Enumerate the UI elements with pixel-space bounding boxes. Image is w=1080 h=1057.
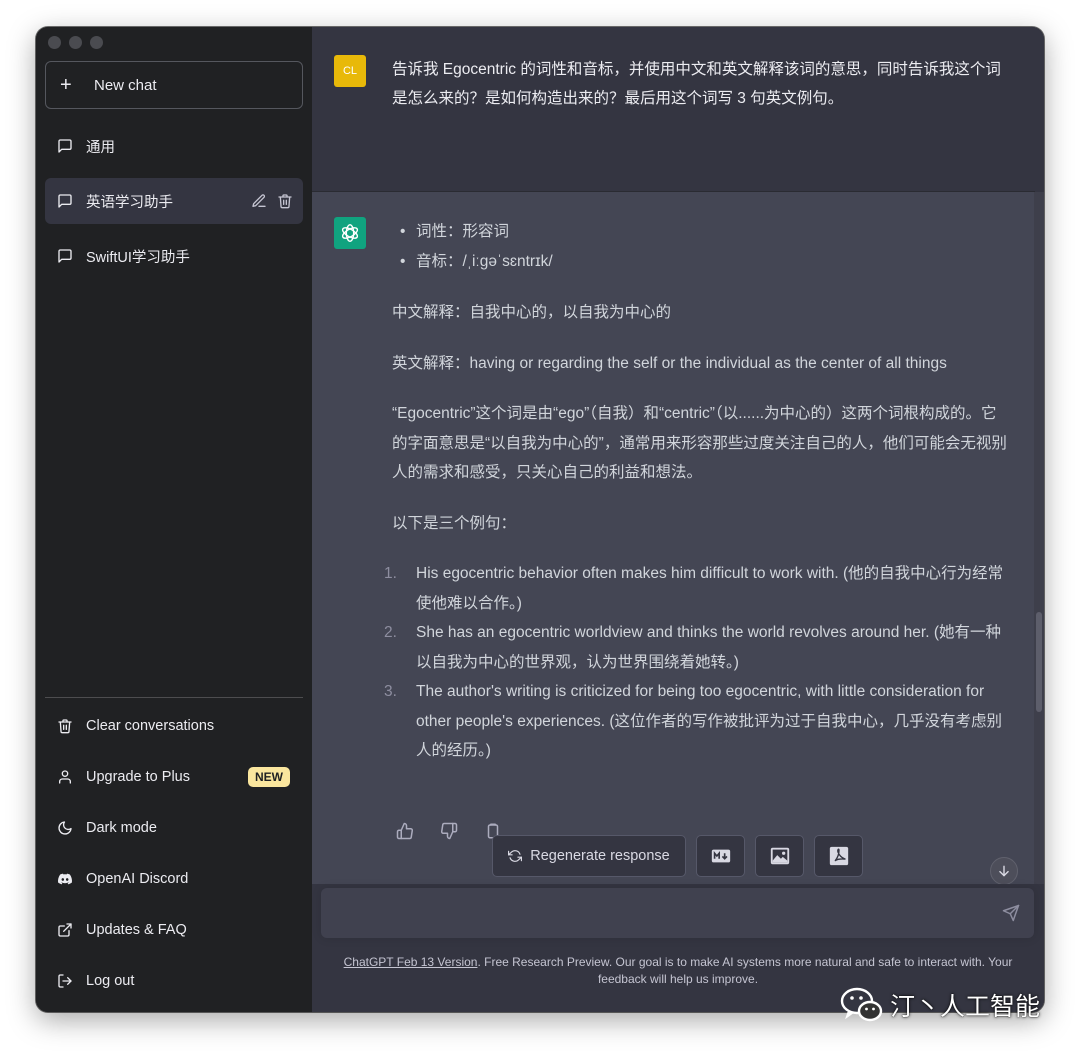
menu-item-label: Clear conversations <box>86 718 215 734</box>
regenerate-label: Regenerate response <box>530 848 670 864</box>
user-message-text: 告诉我 Egocentric 的词性和音标，并使用中文和英文解释该词的意思，同时… <box>392 61 1001 107</box>
watermark-text: 汀丶人工智能 <box>890 993 1041 1021</box>
message-input-box <box>321 888 1034 938</box>
menu-item-label: Log out <box>86 973 135 989</box>
dark-mode-toggle[interactable]: Dark mode <box>45 805 303 851</box>
delete-icon[interactable] <box>277 193 293 209</box>
markdown-icon <box>711 849 730 863</box>
user-icon <box>59 770 71 784</box>
action-bar: Regenerate response <box>492 835 863 877</box>
chat-bubble-icon <box>58 249 72 263</box>
list-number: 3. <box>384 683 397 700</box>
sidebar: + New chat 通用 英语学习助手 SwiftUI学习助手 Clear c… <box>36 27 312 1012</box>
thumbs-up-icon[interactable] <box>396 822 414 840</box>
export-markdown-button[interactable] <box>696 835 745 877</box>
list-number: 2. <box>384 624 397 641</box>
user-avatar: CL <box>334 55 366 87</box>
menu-item-label: Upgrade to Plus <box>86 769 190 785</box>
footer-note: ChatGPT Feb 13 Version. Free Research Pr… <box>332 954 1024 988</box>
chinese-explanation: 中文解释：自我中心的，以自我为中心的 <box>392 304 672 321</box>
list-item: 3. The author's writing is criticized fo… <box>384 677 1012 766</box>
scroll-to-bottom-button[interactable] <box>990 857 1018 885</box>
examples-list: 1. His egocentric behavior often makes h… <box>384 559 1012 766</box>
chat-bubble-icon <box>58 194 72 208</box>
sidebar-item-label: SwiftUI学习助手 <box>86 249 190 266</box>
pdf-icon <box>829 846 848 866</box>
clear-conversations-button[interactable]: Clear conversations <box>45 703 303 749</box>
new-chat-label: New chat <box>94 76 157 94</box>
scrollbar-thumb[interactable] <box>1036 612 1042 712</box>
app-window: + New chat 通用 英语学习助手 SwiftUI学习助手 Clear c… <box>36 27 1044 1012</box>
thumbs-down-icon[interactable] <box>440 822 458 840</box>
version-link[interactable]: ChatGPT Feb 13 Version <box>344 955 478 969</box>
close-window-button[interactable] <box>48 36 61 49</box>
arrow-down-icon <box>999 865 1009 877</box>
updates-faq-link[interactable]: Updates & FAQ <box>45 907 303 953</box>
menu-item-label: Dark mode <box>86 820 157 836</box>
new-badge: NEW <box>248 767 290 787</box>
menu-item-label: Updates & FAQ <box>86 922 187 938</box>
regenerate-response-button[interactable]: Regenerate response <box>492 835 686 877</box>
wechat-watermark: 汀丶人工智能 <box>840 986 1040 1024</box>
sidebar-item-label: 英语学习助手 <box>86 194 173 211</box>
feedback-buttons <box>396 822 502 840</box>
message-input[interactable] <box>335 902 975 926</box>
refresh-icon <box>508 850 523 862</box>
list-item: 1. His egocentric behavior often makes h… <box>384 559 1012 618</box>
conversation-tools <box>251 193 293 209</box>
minimize-window-button[interactable] <box>69 36 82 49</box>
image-icon <box>770 847 789 865</box>
example-text: The author's writing is criticized for b… <box>416 683 1003 759</box>
send-icon[interactable] <box>1002 904 1020 922</box>
list-number: 1. <box>384 565 397 582</box>
new-chat-button[interactable]: + New chat <box>45 61 303 109</box>
export-pdf-button[interactable] <box>814 835 863 877</box>
example-text: His egocentric behavior often makes him … <box>416 565 1004 612</box>
sidebar-item-english-assistant[interactable]: 英语学习助手 <box>45 178 303 224</box>
external-link-icon <box>58 923 72 937</box>
edit-icon[interactable] <box>251 193 267 209</box>
maximize-window-button[interactable] <box>90 36 103 49</box>
plus-icon: + <box>60 74 72 96</box>
scrollbar[interactable] <box>1034 192 1044 884</box>
wechat-icon <box>840 987 883 1022</box>
window-controls <box>48 36 103 49</box>
sidebar-item-swiftui-assistant[interactable]: SwiftUI学习助手 <box>45 233 303 279</box>
assistant-message-content: 词性：形容词 音标：/ˌiːɡəˈsɛntrɪk/ 中文解释：自我中心的，以自我… <box>384 217 1012 766</box>
user-message: CL 告诉我 Egocentric 的词性和音标，并使用中文和英文解释该词的意思… <box>312 27 1035 192</box>
list-item: 词性：形容词 <box>400 217 1012 247</box>
moon-icon <box>58 821 72 835</box>
list-item: 音标：/ˌiːɡəˈsɛntrɪk/ <box>400 247 1012 277</box>
discord-icon <box>58 873 73 885</box>
log-out-button[interactable]: Log out <box>45 958 303 1004</box>
sidebar-divider <box>45 697 303 698</box>
openai-logo-icon <box>334 217 366 249</box>
examples-intro: 以下是三个例句： <box>392 514 517 532</box>
word-origin: “Egocentric”这个词是由“ego”（自我）和“centric”（以..… <box>392 405 1007 481</box>
openai-discord-link[interactable]: OpenAI Discord <box>45 856 303 902</box>
log-out-icon <box>58 974 72 988</box>
export-image-button[interactable] <box>755 835 804 877</box>
sidebar-item-general[interactable]: 通用 <box>45 123 303 169</box>
word-info-list: 词性：形容词 音标：/ˌiːɡəˈsɛntrɪk/ <box>400 217 1012 277</box>
chat-main: CL 告诉我 Egocentric 的词性和音标，并使用中文和英文解释该词的意思… <box>312 27 1044 1012</box>
list-item: 2. She has an egocentric worldview and t… <box>384 618 1012 677</box>
english-explanation: 英文解释：having or regarding the self or the… <box>392 354 947 372</box>
menu-item-label: OpenAI Discord <box>86 871 189 887</box>
footer-text: . Free Research Preview. Our goal is to … <box>477 955 1013 986</box>
upgrade-to-plus-button[interactable]: Upgrade to Plus NEW <box>45 754 303 800</box>
assistant-message: 词性：形容词 音标：/ˌiːɡəˈsɛntrɪk/ 中文解释：自我中心的，以自我… <box>312 192 1035 884</box>
sidebar-item-label: 通用 <box>86 139 115 156</box>
example-text: She has an egocentric worldview and thin… <box>416 624 1001 671</box>
trash-icon <box>58 719 72 734</box>
chat-bubble-icon <box>58 139 72 153</box>
